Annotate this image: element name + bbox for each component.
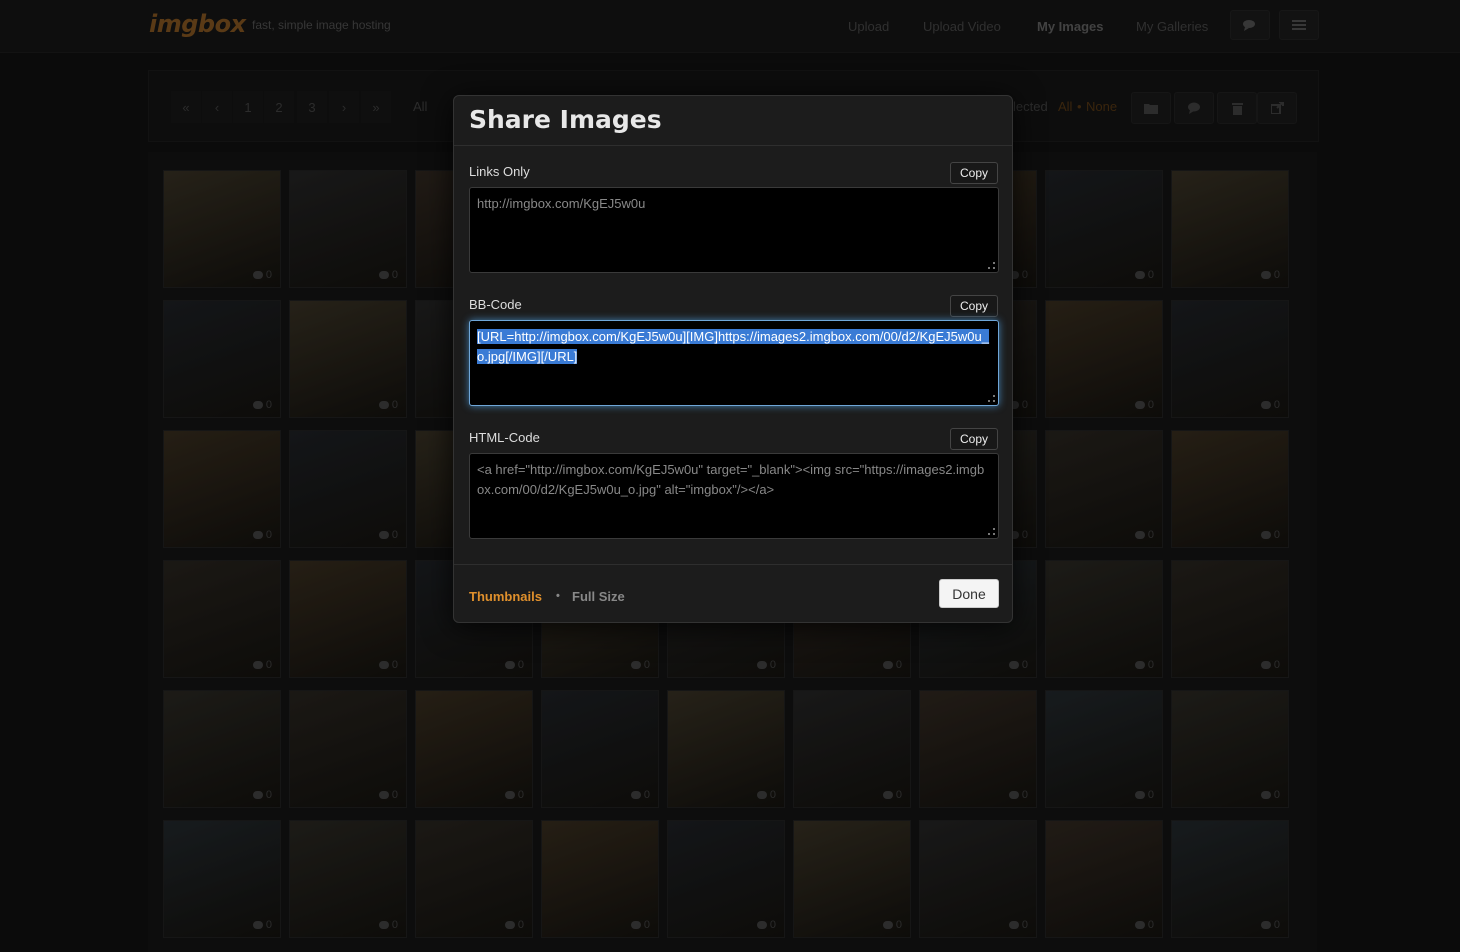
- html-code-value: <a href="http://imgbox.com/KgEJ5w0u" tar…: [477, 462, 985, 497]
- share-images-modal: Share Images Links Only Copy http://imgb…: [453, 95, 1013, 623]
- modal-footer: Thumbnails • Full Size Done: [454, 564, 1012, 625]
- thumbnails-link[interactable]: Thumbnails: [469, 589, 542, 604]
- links-only-value: http://imgbox.com/KgEJ5w0u: [477, 196, 646, 211]
- html-code-textarea[interactable]: <a href="http://imgbox.com/KgEJ5w0u" tar…: [469, 453, 999, 539]
- html-code-label: HTML-Code: [469, 430, 540, 445]
- copy-links-button[interactable]: Copy: [950, 162, 998, 184]
- resize-handle[interactable]: [988, 395, 995, 402]
- bb-code-label: BB-Code: [469, 297, 522, 312]
- links-only-textarea[interactable]: http://imgbox.com/KgEJ5w0u: [469, 187, 999, 273]
- links-only-label: Links Only: [469, 164, 530, 179]
- size-separator: •: [556, 590, 560, 602]
- copy-html-code-button[interactable]: Copy: [950, 428, 998, 450]
- bb-code-textarea[interactable]: [URL=http://imgbox.com/KgEJ5w0u][IMG]htt…: [469, 320, 999, 406]
- resize-handle[interactable]: [988, 528, 995, 535]
- bb-code-value: [URL=http://imgbox.com/KgEJ5w0u][IMG]htt…: [477, 329, 989, 364]
- copy-bb-code-button[interactable]: Copy: [950, 295, 998, 317]
- done-button[interactable]: Done: [939, 579, 999, 608]
- modal-header: Share Images: [454, 96, 1012, 146]
- resize-handle[interactable]: [988, 262, 995, 269]
- full-size-link[interactable]: Full Size: [572, 589, 625, 604]
- modal-title: Share Images: [469, 105, 662, 134]
